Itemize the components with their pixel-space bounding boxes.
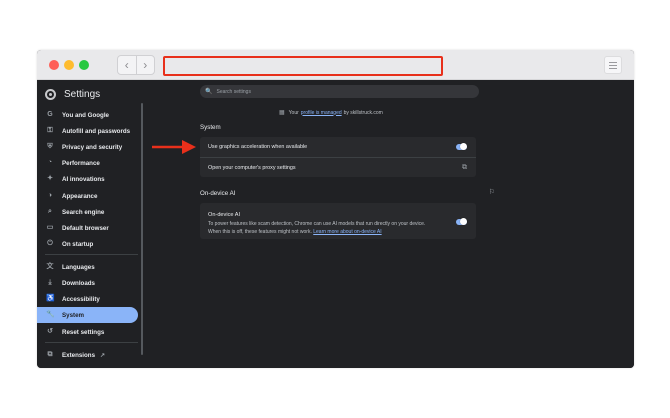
page-title: Settings xyxy=(64,88,101,100)
sidebar-item-performance[interactable]: ◔ Performance xyxy=(37,155,138,171)
shield-icon: ⛨ xyxy=(47,143,53,150)
ondevice-section-title: On-device AI xyxy=(200,190,236,197)
sidebar-item-autofill[interactable]: ⚿ Autofill and passwords xyxy=(37,123,138,139)
minimize-window-button[interactable] xyxy=(64,60,74,70)
graphics-acceleration-label: Use graphics acceleration when available xyxy=(208,144,308,150)
back-button[interactable]: ‹ xyxy=(118,56,136,74)
browser-icon: ▭ xyxy=(46,224,54,231)
settings-page: Settings G You and Google ⚿ Autofill and p… xyxy=(37,81,634,368)
search-icon: ⌕ xyxy=(48,208,52,215)
settings-header: Settings xyxy=(45,87,100,101)
sidebar-item-appearance[interactable]: ◑ Appearance xyxy=(37,188,138,204)
sidebar-item-downloads[interactable]: ⤓ Downloads xyxy=(37,275,138,291)
reset-icon: ↺ xyxy=(47,328,53,335)
wrench-icon: 🔧 xyxy=(46,311,55,318)
building-icon: ▦ xyxy=(279,110,285,116)
forward-button[interactable]: › xyxy=(135,56,155,74)
annotation-arrow-icon xyxy=(152,140,196,154)
power-icon: ⏻ xyxy=(47,240,53,247)
sidebar-item-search-engine[interactable]: ⌕ Search engine xyxy=(37,204,138,220)
navigation-buttons: ‹ › xyxy=(117,55,155,75)
system-card: Use graphics acceleration when available… xyxy=(200,137,476,177)
browser-window: ‹ › Settings G You and Google ⚿ Autofill a… xyxy=(37,50,634,368)
sidebar-item-ai-innovations[interactable]: ✦ AI innovations xyxy=(37,171,138,187)
sidebar-item-you-and-google[interactable]: G You and Google xyxy=(37,107,138,123)
sidebar-item-privacy[interactable]: ⛨ Privacy and security xyxy=(37,139,138,155)
sidebar-item-reset-settings[interactable]: ↺ Reset settings xyxy=(37,324,138,340)
feedback-icon[interactable]: ⚐ xyxy=(489,188,495,196)
download-icon: ⤓ xyxy=(48,279,52,286)
system-section-title: System xyxy=(200,124,221,131)
sidebar-divider xyxy=(45,342,138,343)
sidebar-item-accessibility[interactable]: ♿ Accessibility xyxy=(37,291,138,307)
sidebar-item-system[interactable]: 🔧 System xyxy=(37,307,138,323)
accessibility-icon: ♿ xyxy=(46,295,55,302)
external-link-icon: ↗ xyxy=(100,352,106,359)
external-link-icon[interactable]: ⧉ xyxy=(462,164,467,172)
annotation-highlight-box xyxy=(163,56,443,76)
proxy-settings-label: Open your computer's proxy settings xyxy=(208,164,296,171)
sidebar-item-on-startup[interactable]: ⏻ On startup xyxy=(37,236,138,252)
palette-icon: ◑ xyxy=(47,192,53,199)
graphics-acceleration-toggle[interactable] xyxy=(456,143,467,150)
ondevice-ai-description: To power features like scam detection, C… xyxy=(208,221,426,235)
sidebar-scrollbar[interactable] xyxy=(141,103,143,355)
maximize-window-button[interactable] xyxy=(79,60,89,70)
ondevice-ai-toggle[interactable] xyxy=(456,218,467,225)
sidebar-item-extensions[interactable]: ⧉ Extensions ↗ xyxy=(37,347,138,363)
managed-prefix: Your xyxy=(288,109,299,116)
google-icon: G xyxy=(47,111,53,118)
sparkle-icon: ✦ xyxy=(47,175,53,182)
puzzle-icon: ⧉ xyxy=(47,351,53,358)
managed-notice: ▦ Your profile is managed by skillstruck… xyxy=(279,108,383,117)
sidebar-item-languages[interactable]: 文 Languages xyxy=(37,259,138,275)
learn-more-link[interactable]: Learn more about on-device AI xyxy=(313,229,381,235)
search-input[interactable] xyxy=(216,88,457,95)
key-icon: ⚿ xyxy=(47,127,53,134)
graphics-acceleration-row[interactable]: Use graphics acceleration when available xyxy=(200,137,476,157)
managed-suffix: by skillstruck.com xyxy=(343,109,383,116)
sidebar-divider xyxy=(45,254,138,255)
search-box[interactable]: 🔍 xyxy=(200,85,479,98)
sidebar: Settings G You and Google ⚿ Autofill and p… xyxy=(37,81,147,368)
translate-icon: 文 xyxy=(46,263,54,270)
chrome-logo-icon xyxy=(45,88,56,100)
menu-icon[interactable] xyxy=(604,56,622,74)
ondevice-ai-card: On-device AI To power features like scam… xyxy=(200,203,476,239)
close-window-button[interactable] xyxy=(49,60,59,70)
main-content: 🔍 ▦ Your profile is managed by skillstru… xyxy=(147,81,634,368)
search-icon: 🔍 xyxy=(205,89,213,95)
proxy-settings-row[interactable]: Open your computer's proxy settings ⧉ xyxy=(200,157,476,177)
profile-managed-link[interactable]: profile is managed xyxy=(301,110,342,116)
ondevice-ai-title: On-device AI xyxy=(208,212,241,218)
speedometer-icon: ◔ xyxy=(47,159,53,166)
sidebar-item-default-browser[interactable]: ▭ Default browser xyxy=(37,220,138,236)
